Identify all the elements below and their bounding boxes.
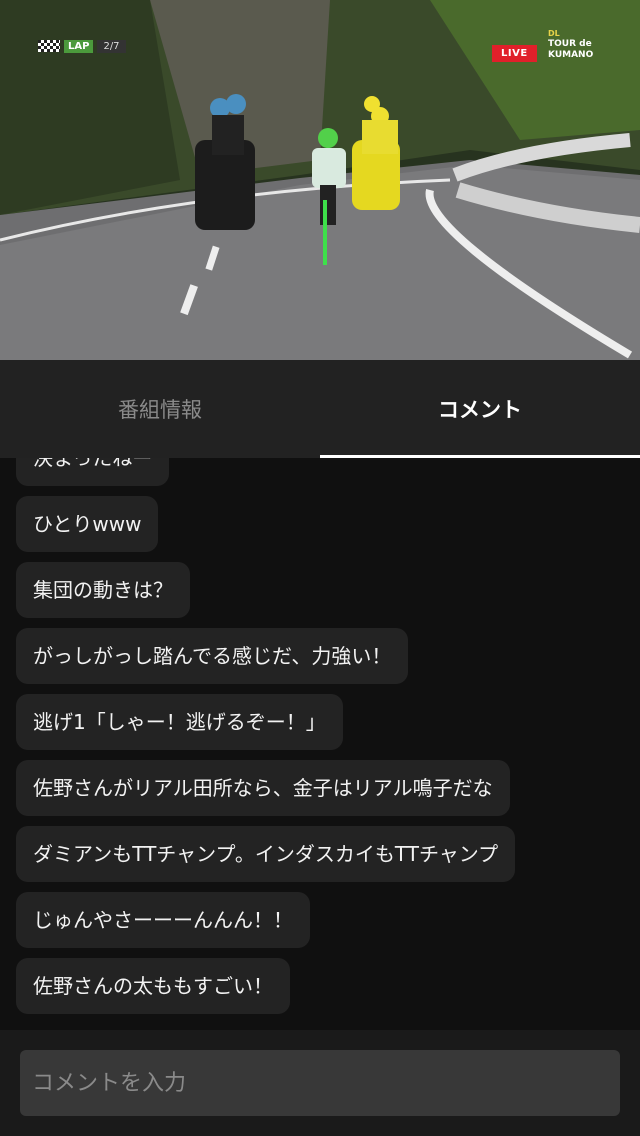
tab-program-info-label: 番組情報 — [118, 398, 202, 422]
comment-bubble: じゅんやさーーーんんん！！ — [16, 892, 310, 948]
lap-label: LAP — [64, 39, 94, 53]
video-player[interactable]: LAP 2/7 LIVE DL TOUR de KUMANO — [0, 0, 640, 360]
checkered-flag-icon — [38, 40, 60, 52]
tab-bar: 番組情報 コメント — [0, 360, 640, 458]
logo-mark: DL — [548, 29, 560, 38]
tour-logo: DL TOUR de KUMANO — [548, 28, 608, 61]
comment-bubble: がっしがっし踏んでる感じだ、力強い！ — [16, 628, 409, 684]
tab-program-info[interactable]: 番組情報 — [0, 360, 320, 458]
comment-bubble: ダミアンもTTチャンプ。インダスカイもTTチャンプ — [16, 826, 516, 882]
logo-line2: KUMANO — [548, 50, 594, 60]
comment-bubble: ひとりwww — [16, 496, 159, 552]
logo-line1: TOUR de — [548, 39, 592, 49]
lap-indicator: LAP 2/7 — [38, 38, 126, 54]
lap-count: 2/7 — [97, 39, 126, 53]
comment-bubble: 佐野さんの太ももすごい！ — [16, 958, 290, 1014]
live-badge: LIVE — [492, 45, 537, 62]
comment-list[interactable]: 決まったねー ひとりwww 集団の動きは？ がっしがっし踏んでる感じだ、力強い！… — [0, 458, 640, 1030]
video-frame — [0, 0, 640, 360]
comment-input-bar — [0, 1030, 640, 1136]
comment-bubble: 決まったねー — [16, 458, 170, 486]
comment-bubble: 佐野さんがリアル田所なら、金子はリアル鳴子だな — [16, 760, 510, 816]
tab-comments-label: コメント — [438, 398, 522, 422]
comment-bubble: 逃げ1「しゃー！逃げるぞー！」 — [16, 694, 343, 750]
comment-bubble: 集団の動きは？ — [16, 562, 190, 618]
tab-comments[interactable]: コメント — [320, 360, 640, 458]
comment-input[interactable] — [20, 1050, 620, 1116]
